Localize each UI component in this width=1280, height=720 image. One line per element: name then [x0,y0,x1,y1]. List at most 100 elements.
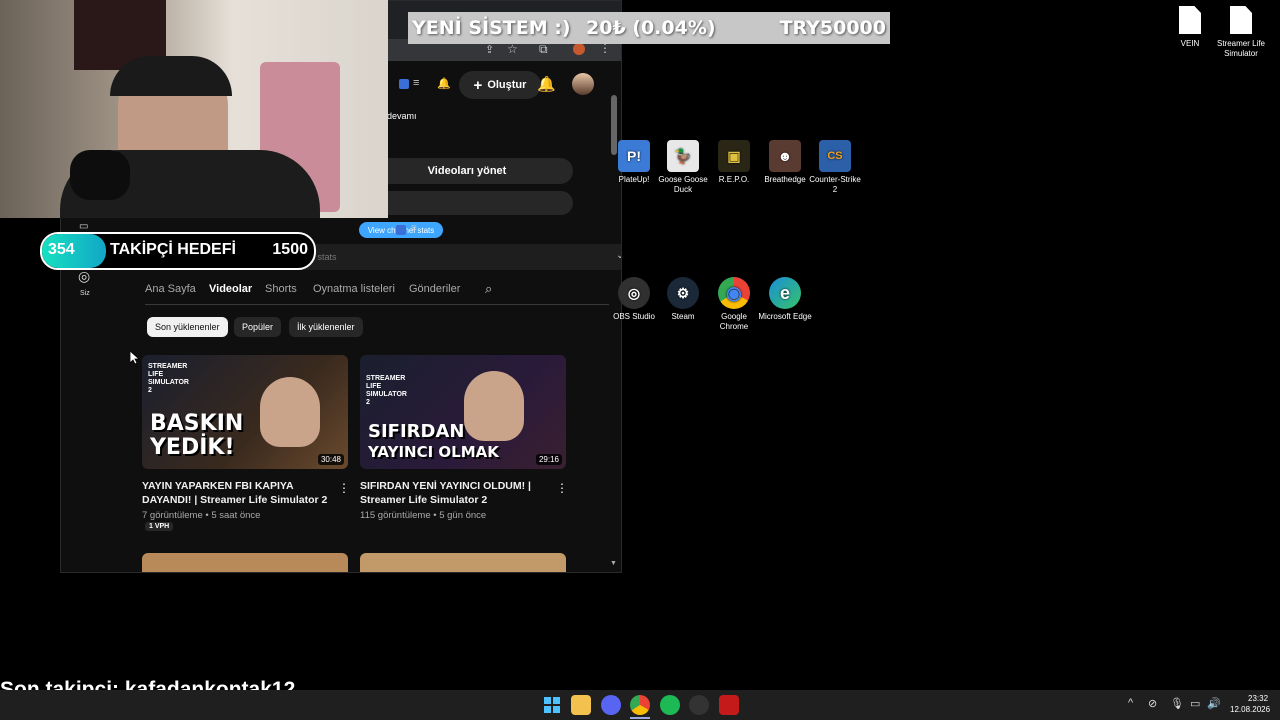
windows-taskbar: ^ ⊘ 🎙 ▭ 🔊 23:32 12.08.2026 [0,690,1280,720]
chrome-icon: ◉ [718,277,750,309]
donation-goal-title: YENİ SİSTEM :) [412,17,571,39]
breathedge-icon: ☻ [769,140,801,172]
desktop-icon-repo[interactable]: ▣ R.E.P.O. [707,140,761,185]
desktop-icon-microsoft-edge[interactable]: e Microsoft Edge [758,277,812,322]
account-avatar[interactable] [572,73,594,95]
network-icon[interactable]: ▭ [1190,697,1200,710]
create-button[interactable]: + Oluştur [459,71,541,99]
subscriptions-icon[interactable]: ▭ [79,221,88,232]
plateup-icon: P! [618,140,650,172]
stats-menu-icon[interactable]: ≡ [411,223,417,234]
follower-goal-bar: 354 TAKİPÇİ HEDEFİ 1500 [40,232,316,270]
start-button-icon[interactable] [542,695,562,715]
you-nav-label[interactable]: Siz [80,290,90,297]
notifications-bell-icon[interactable]: 🔔 [537,75,556,93]
tray-chevron-up-icon[interactable]: ^ [1128,697,1133,709]
thumbnail-text: YAYINCI OLMAK [368,443,499,461]
channel-description-more[interactable]: devamı [387,111,417,121]
thumbnail-text: SIFIRDAN [368,421,465,442]
tab-videos[interactable]: Videolar [209,283,252,295]
video-thumbnail[interactable] [360,553,566,572]
mouse-cursor-icon [130,351,140,365]
file-icon [1230,6,1252,34]
webcam-feed [0,0,388,218]
profile-avatar-icon[interactable] [573,43,585,55]
video-thumbnail[interactable]: STREAMER LIFE SIMULATOR 2 SIFIRDAN YAYIN… [360,355,566,469]
stats-extension-icon[interactable] [396,225,406,235]
tabs-divider [145,304,609,305]
desktop-icon-steam[interactable]: ⚙ Steam [656,277,710,322]
file-explorer-icon[interactable] [571,695,591,715]
chrome-taskbar-icon[interactable] [630,695,650,715]
microphone [70,150,130,200]
notification-off-icon[interactable]: 🔔 [437,77,451,90]
scroll-down-arrow-icon[interactable]: ▼ [610,560,617,567]
thumbnail-text: YEDİK! [150,435,235,460]
video-thumbnail[interactable]: STREAMER LIFE SIMULATOR 2 BASKIN YEDİK! … [142,355,348,469]
edge-icon: e [769,277,801,309]
tab-shorts[interactable]: Shorts [265,283,297,295]
desktop-icon-breathedge[interactable]: ☻ Breathedge [758,140,812,185]
chip-popular[interactable]: Popüler [234,317,282,337]
video-title[interactable]: YAYIN YAPARKEN FBI KAPIYA DAYANDI! | Str… [142,479,332,507]
desktop-icon-vein[interactable]: VEIN [1163,6,1217,49]
secondary-channel-button[interactable] [361,191,573,215]
share-icon[interactable]: ⇪ [485,43,494,56]
chip-latest[interactable]: Son yüklenenler [147,317,228,337]
plus-icon: + [473,76,483,94]
thumbnail-badge: STREAMER LIFE SIMULATOR 2 [366,375,407,406]
thumbnail-person [464,371,524,441]
discord-icon[interactable] [601,695,621,715]
thumbnail-person [260,377,320,447]
video-options-icon[interactable]: ⋮ [556,481,568,495]
donation-goal-amount: 20₺ (0.04%) [586,17,716,39]
tab-home[interactable]: Ana Sayfa [145,283,196,295]
clock-time[interactable]: 23:32 [1248,694,1268,703]
account-icon[interactable]: ◎ [78,268,90,285]
tray-app-icon[interactable]: ⊘ [1148,697,1157,710]
spotify-icon[interactable] [660,695,680,715]
chevron-down-icon[interactable]: ⌄ [616,250,621,261]
manage-videos-button[interactable]: Videoları yönet [361,158,573,184]
channel-search-icon[interactable]: ⌕ [485,281,492,297]
headphones [110,56,232,96]
desktop-icon-plateup[interactable]: P! PlateUp! [607,140,661,185]
repo-icon: ▣ [718,140,750,172]
clock-date[interactable]: 12.08.2026 [1230,705,1270,714]
list-icon[interactable]: ≡ [413,77,419,89]
video-thumbnail[interactable] [142,553,348,572]
goose-icon: 🦆 [667,140,699,172]
tab-posts[interactable]: Gönderiler [409,283,460,295]
steam-icon: ⚙ [667,277,699,309]
counter-strike-icon: CS [819,140,851,172]
desktop-icon-counter-strike-2[interactable]: CS Counter-Strike 2 [808,140,862,195]
video-meta: 115 görüntüleme • 5 gün önce [360,510,487,521]
video-options-icon[interactable]: ⋮ [338,481,350,495]
thumbnail-badge: STREAMER LIFE SIMULATOR 2 [148,363,189,394]
video-title[interactable]: SIFIRDAN YENİ YAYINCI OLDUM! | Streamer … [360,479,550,507]
extensions-icon[interactable]: ⧉ [539,42,548,57]
desktop-icon-goose-goose-duck[interactable]: 🦆 Goose Goose Duck [656,140,710,195]
desktop-icon-streamer-life-simulator[interactable]: Streamer Life Simulator [1214,6,1268,59]
volume-icon[interactable]: 🔊 [1207,697,1221,710]
obs-icon: ◎ [618,277,650,309]
vph-badge: 1 VPH [145,522,174,531]
video-duration: 30:48 [317,454,344,465]
desktop-icon-google-chrome[interactable]: ◉ Google Chrome [707,277,761,332]
video-meta: 7 görüntüleme • 5 saat önce [142,510,261,521]
desktop-icon-obs-studio[interactable]: ◎ OBS Studio [607,277,661,322]
follower-goal-current: 354 [48,241,75,258]
tab-playlists[interactable]: Oynatma listeleri [313,283,395,295]
thumbnail-text: BASKIN [150,411,244,436]
extension-q-icon[interactable] [399,79,409,89]
file-icon [1179,6,1201,34]
chip-oldest[interactable]: İlk yüklenenler [289,317,363,337]
microphone-icon[interactable]: 🎙 [1170,697,1184,710]
game-taskbar-icon[interactable] [719,695,739,715]
follower-goal-target: 1500 [272,241,308,258]
video-duration: 29:16 [535,454,562,465]
bookmark-star-icon[interactable]: ☆ [507,42,518,56]
active-app-indicator [630,717,650,719]
follower-goal-label: TAKİPÇİ HEDEFİ [110,241,236,258]
obs-taskbar-icon[interactable] [689,695,709,715]
